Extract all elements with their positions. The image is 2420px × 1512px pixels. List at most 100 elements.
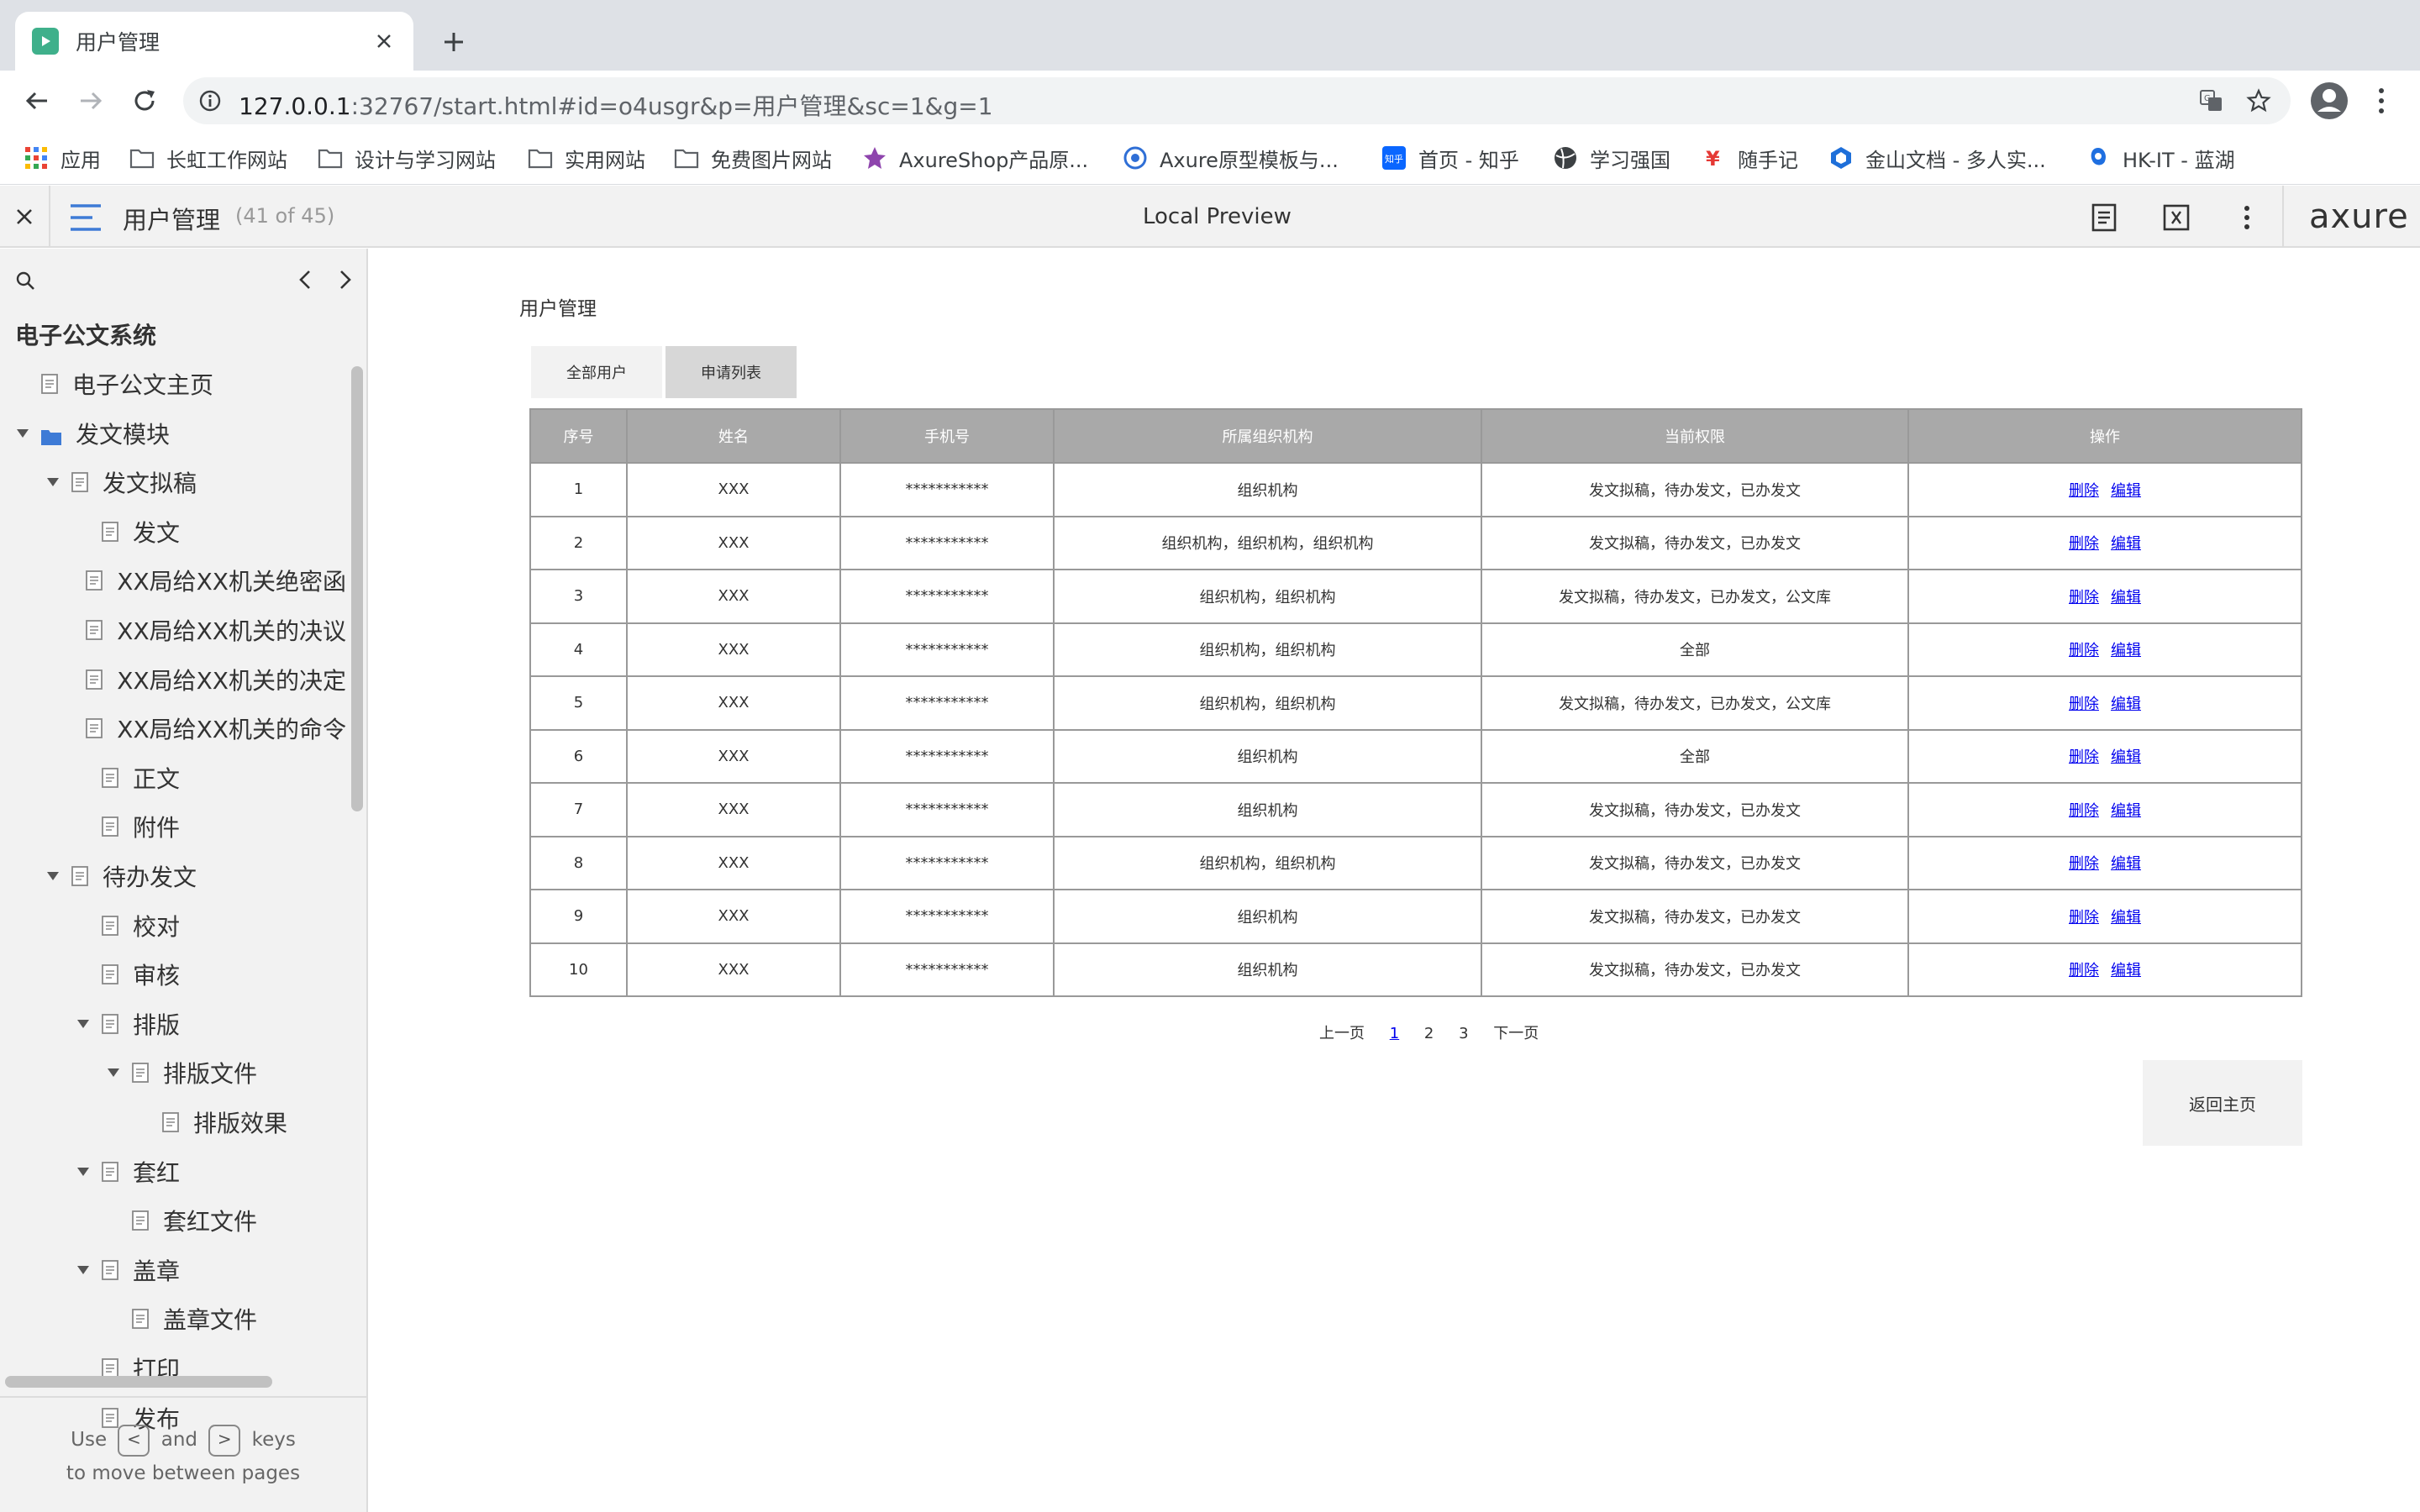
edit-link[interactable]: 编辑 <box>2111 962 2141 979</box>
bookmark-label: 实用网站 <box>565 148 645 172</box>
table-cell: 全部 <box>1481 728 1909 784</box>
bookmark-apps[interactable]: 应用 <box>24 141 101 175</box>
sitemap-horizontal-scrollbar[interactable] <box>5 1376 272 1388</box>
expand-triangle-icon[interactable] <box>74 1015 92 1033</box>
back-arrow-icon[interactable] <box>20 84 54 118</box>
site-info-icon[interactable] <box>198 89 222 116</box>
sitemap-node[interactable]: 发文 <box>0 509 346 554</box>
delete-link[interactable]: 删除 <box>2069 589 2099 606</box>
close-sitemap-icon[interactable] <box>12 204 37 229</box>
next-page-link[interactable]: 下一页 <box>1493 1025 1539 1042</box>
page-link-3[interactable]: 3 <box>1459 1025 1468 1042</box>
inspect-icon[interactable] <box>2160 201 2193 234</box>
sitemap-node[interactable]: XX局给XX机关的决定 <box>0 657 346 702</box>
bookmark-lanhu[interactable]: HK-IT - 蓝湖 <box>2086 141 2235 175</box>
delete-link[interactable]: 删除 <box>2069 962 2099 979</box>
expand-triangle-icon[interactable] <box>104 1063 123 1082</box>
prev-page-link[interactable]: 上一页 <box>1319 1025 1365 1042</box>
new-tab-icon[interactable] <box>437 25 471 59</box>
page-icon <box>85 669 103 690</box>
browser-tab[interactable]: 用户管理 <box>15 12 413 71</box>
edit-link[interactable]: 编辑 <box>2111 696 2141 713</box>
edit-link[interactable]: 编辑 <box>2111 802 2141 820</box>
sitemap-node[interactable]: XX局给XX机关的决议 <box>0 607 346 653</box>
browser-menu-icon[interactable] <box>2373 84 2390 118</box>
sitemap-node[interactable]: 排版文件 <box>0 1050 346 1095</box>
bookmark-suishouji[interactable]: ¥ 随手记 <box>1701 141 1798 175</box>
sitemap-vertical-scrollbar[interactable] <box>351 366 363 811</box>
table-cell: 3 <box>529 569 628 624</box>
address-bar[interactable]: 127.0.0.1:32767/start.html#id=o4usgr&p=用… <box>183 77 2291 124</box>
bookmark-folder[interactable]: 设计与学习网站 <box>318 141 496 175</box>
expand-triangle-icon[interactable] <box>74 1261 92 1279</box>
bookmark-folder[interactable]: 长虹工作网站 <box>129 141 287 175</box>
bookmark-axure-templates[interactable]: Axure原型模板与... <box>1123 141 1339 175</box>
search-icon[interactable] <box>15 270 35 294</box>
delete-link[interactable]: 删除 <box>2069 535 2099 553</box>
sitemap-node[interactable]: XX局给XX机关绝密函 <box>0 558 346 603</box>
edit-link[interactable]: 编辑 <box>2111 482 2141 500</box>
tab-close-icon[interactable] <box>371 29 397 54</box>
sitemap-node[interactable]: 发文模块 <box>0 411 346 456</box>
sitemap-node[interactable]: XX局给XX机关的命令 <box>0 706 346 751</box>
bookmark-zhihu[interactable]: 知乎 首页 - 知乎 <box>1381 141 1519 175</box>
reload-icon[interactable] <box>128 84 161 118</box>
delete-link[interactable]: 删除 <box>2069 642 2099 659</box>
tab-all-users[interactable]: 全部用户 <box>531 346 662 398</box>
notes-icon[interactable] <box>2087 201 2121 234</box>
sitemap-node[interactable]: 正文 <box>0 755 346 801</box>
sitemap-node[interactable]: 校对 <box>0 903 346 948</box>
edit-link[interactable]: 编辑 <box>2111 642 2141 659</box>
delete-link[interactable]: 删除 <box>2069 855 2099 873</box>
sitemap-node[interactable]: 盖章文件 <box>0 1296 346 1341</box>
translate-icon[interactable]: G <box>2198 87 2225 114</box>
page-link-2[interactable]: 2 <box>1424 1025 1434 1042</box>
separator <box>0 1396 366 1398</box>
axure-toolbar: 用户管理 (41 of 45) Local Preview axure <box>0 186 2420 248</box>
expand-triangle-icon[interactable] <box>13 424 32 443</box>
sitemap-menu-icon[interactable] <box>69 202 103 233</box>
edit-link[interactable]: 编辑 <box>2111 748 2141 766</box>
edit-link[interactable]: 编辑 <box>2111 855 2141 873</box>
bookmark-kdocs[interactable]: 金山文档 - 多人实... <box>1828 141 2046 175</box>
forward-arrow-icon[interactable] <box>74 84 108 118</box>
delete-link[interactable]: 删除 <box>2069 909 2099 927</box>
table-cell: 组织机构，组织机构 <box>1053 622 1482 677</box>
tab-application-list[interactable]: 申请列表 <box>666 346 797 398</box>
sitemap-node-label: 发文拟稿 <box>103 470 197 498</box>
sitemap-node-label: 套红 <box>133 1158 181 1187</box>
edit-link[interactable]: 编辑 <box>2111 589 2141 606</box>
expand-triangle-icon[interactable] <box>74 1163 92 1181</box>
sitemap-node[interactable]: 套红 <box>0 1149 346 1194</box>
expand-triangle-icon[interactable] <box>44 473 62 491</box>
delete-link[interactable]: 删除 <box>2069 748 2099 766</box>
delete-link[interactable]: 删除 <box>2069 482 2099 500</box>
sitemap-node[interactable]: 附件 <box>0 804 346 849</box>
previous-page-icon[interactable] <box>292 267 318 292</box>
sitemap-node[interactable]: 待办发文 <box>0 853 346 899</box>
delete-link[interactable]: 删除 <box>2069 802 2099 820</box>
edit-link[interactable]: 编辑 <box>2111 909 2141 927</box>
sitemap-node[interactable]: 排版效果 <box>0 1100 346 1145</box>
delete-link[interactable]: 删除 <box>2069 696 2099 713</box>
sitemap-node[interactable]: 审核 <box>0 952 346 997</box>
back-home-button[interactable]: 返回主页 <box>2143 1060 2302 1146</box>
bookmark-axureshop[interactable]: AxureShop产品原... <box>862 141 1088 175</box>
page-icon <box>101 1259 119 1281</box>
bookmark-xuexi[interactable]: 学习强国 <box>1553 141 1670 175</box>
profile-avatar-icon[interactable] <box>2309 81 2349 121</box>
page-link-1[interactable]: 1 <box>1390 1025 1399 1042</box>
edit-link[interactable]: 编辑 <box>2111 535 2141 553</box>
sitemap-node[interactable]: 发文拟稿 <box>0 459 346 505</box>
next-page-icon[interactable] <box>333 267 358 292</box>
expand-triangle-icon[interactable] <box>44 867 62 885</box>
bookmark-star-icon[interactable] <box>2245 87 2272 114</box>
bookmark-folder[interactable]: 实用网站 <box>528 141 645 175</box>
sitemap-node[interactable]: 盖章 <box>0 1247 346 1293</box>
sitemap-node[interactable]: 排版 <box>0 1001 346 1047</box>
sitemap-node[interactable]: 套红文件 <box>0 1198 346 1243</box>
more-options-icon[interactable] <box>2230 201 2264 234</box>
sitemap-node[interactable]: 电子公文主页 <box>0 361 346 407</box>
bookmark-folder[interactable]: 免费图片网站 <box>674 141 832 175</box>
